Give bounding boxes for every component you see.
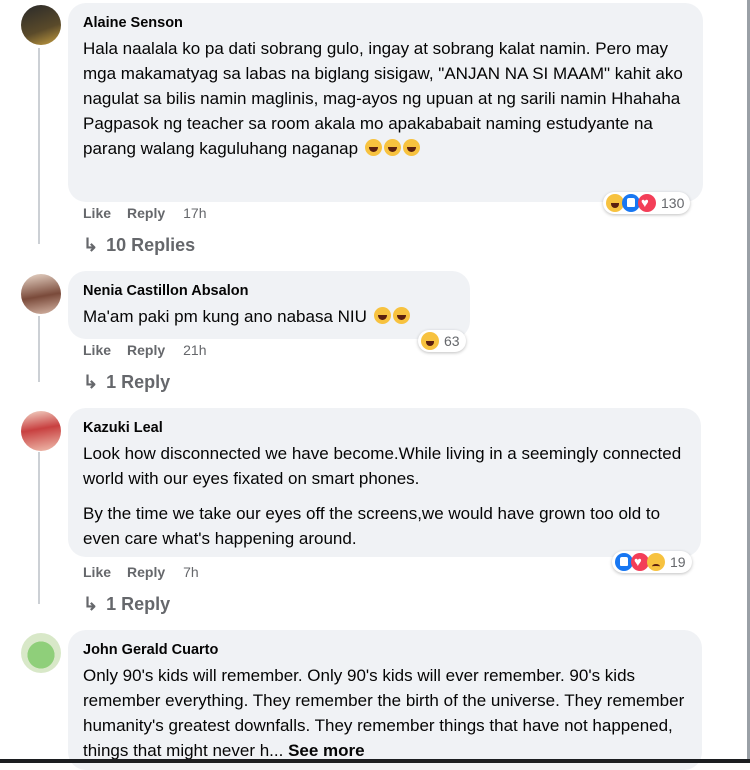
comment-line: Only 90's kids will remember. Only 90's … (83, 666, 685, 760)
avatar[interactable] (21, 5, 61, 45)
reaction-count: 130 (661, 195, 685, 211)
avatar[interactable] (21, 274, 61, 314)
timestamp[interactable]: 7h (183, 564, 199, 580)
replies-label: 10 Replies (106, 235, 196, 255)
view-replies-button[interactable]: ↳ 1 Reply (83, 594, 170, 615)
comment-line: Hala naalala ko pa dati sobrang gulo, in… (83, 39, 683, 158)
comment-author[interactable]: Alaine Senson (83, 13, 687, 33)
haha-emoji-icon (383, 139, 401, 156)
reply-button[interactable]: Reply (127, 564, 165, 580)
reply-arrow-icon: ↳ (83, 235, 99, 255)
view-replies-button[interactable]: ↳ 10 Replies (83, 235, 195, 256)
haha-emoji-icon (373, 307, 391, 324)
reaction-summary[interactable]: 63 (418, 330, 466, 352)
comment-actions: Like Reply 7h (83, 564, 215, 580)
like-button[interactable]: Like (83, 342, 111, 358)
haha-emoji-icon (364, 139, 382, 156)
haha-emoji-icon (392, 307, 410, 324)
timestamp[interactable]: 21h (183, 342, 206, 358)
comment-text: Only 90's kids will remember. Only 90's … (83, 663, 686, 763)
reply-button[interactable]: Reply (127, 205, 165, 221)
comment-author[interactable]: John Gerald Cuarto (83, 640, 686, 660)
comment-text: Hala naalala ko pa dati sobrang gulo, in… (83, 36, 687, 161)
reaction-summary[interactable]: 19 (612, 551, 692, 573)
avatar[interactable] (21, 411, 61, 451)
replies-label: 1 Reply (106, 594, 171, 614)
replies-label: 1 Reply (106, 372, 171, 392)
sad-reaction-icon (647, 553, 665, 571)
avatar[interactable] (21, 633, 61, 673)
reply-arrow-icon: ↳ (83, 372, 99, 392)
like-button[interactable]: Like (83, 564, 111, 580)
see-more-link[interactable]: See more (288, 741, 365, 760)
comment-bubble: Kazuki Leal Look how disconnected we hav… (68, 408, 701, 557)
comment-actions: Like Reply 17h (83, 205, 223, 221)
haha-reaction-icon (421, 332, 439, 350)
thread-line (38, 452, 40, 604)
reply-button[interactable]: Reply (127, 342, 165, 358)
reaction-count: 63 (444, 333, 460, 349)
comment-paragraph: By the time we take our eyes off the scr… (83, 504, 661, 548)
comment-actions: Like Reply 21h (83, 342, 223, 358)
reaction-count: 19 (670, 554, 686, 570)
reply-arrow-icon: ↳ (83, 594, 99, 614)
reaction-summary[interactable]: 130 (603, 192, 691, 214)
comment-bubble: John Gerald Cuarto Only 90's kids will r… (68, 630, 702, 770)
comment-bubble: Nenia Castillon Absalon Ma'am paki pm ku… (68, 271, 470, 339)
comment-bubble: Alaine Senson Hala naalala ko pa dati so… (68, 3, 703, 202)
timestamp[interactable]: 17h (183, 205, 206, 221)
thread-line (38, 48, 40, 244)
comment-line: Ma'am paki pm kung ano nabasa NIU (83, 307, 367, 326)
comment-text: Look how disconnected we have become.Whi… (83, 441, 685, 551)
comment-author[interactable]: Nenia Castillon Absalon (83, 281, 454, 301)
thread-line (38, 316, 40, 382)
comment-text: Ma'am paki pm kung ano nabasa NIU (83, 304, 454, 329)
like-button[interactable]: Like (83, 205, 111, 221)
love-reaction-icon (638, 194, 656, 212)
haha-emoji-icon (402, 139, 420, 156)
comment-author[interactable]: Kazuki Leal (83, 418, 685, 438)
view-replies-button[interactable]: ↳ 1 Reply (83, 372, 170, 393)
window-bottom-edge (0, 759, 750, 763)
comment-paragraph: Look how disconnected we have become.Whi… (83, 444, 682, 488)
